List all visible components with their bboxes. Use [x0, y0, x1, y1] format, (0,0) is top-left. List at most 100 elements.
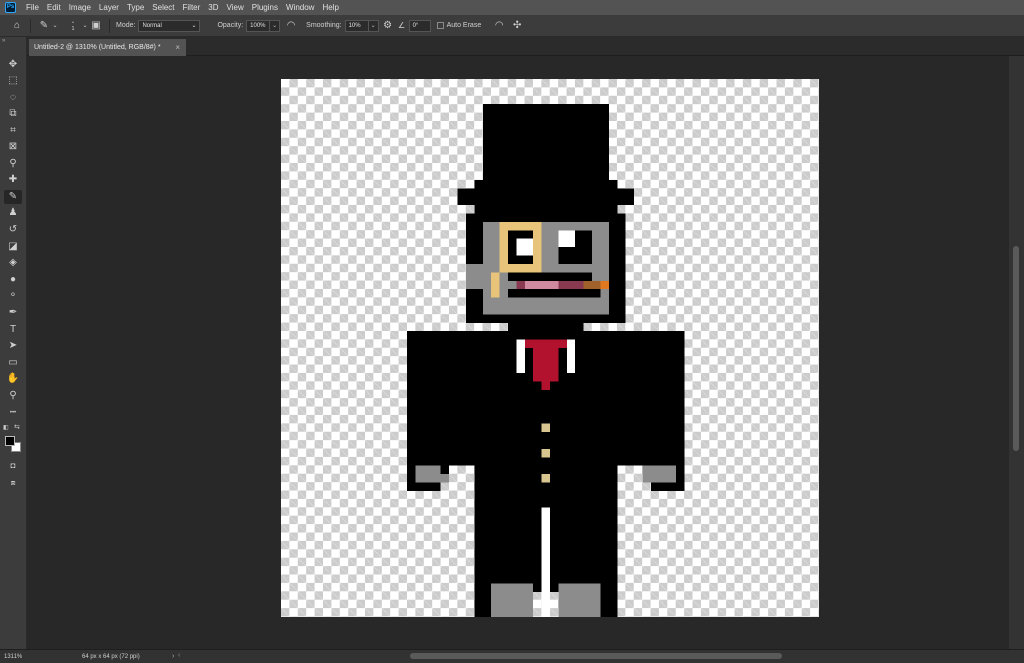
- vertical-scrollbar[interactable]: [1009, 56, 1024, 649]
- menu-layer[interactable]: Layer: [95, 0, 123, 15]
- mustache: [507, 272, 593, 281]
- move-tool-icon[interactable]: ✥: [4, 58, 22, 72]
- rectangle-tool-icon[interactable]: ▭: [4, 356, 22, 370]
- eyedropper-tool-icon[interactable]: ⚲: [4, 157, 22, 171]
- mode-select[interactable]: Normal ⌄: [138, 19, 201, 32]
- quick-mask-icon[interactable]: ◘: [4, 459, 22, 473]
- horizontal-scrollbar[interactable]: ‹: [176, 652, 1009, 660]
- options-bar: ⌂ ✎ ⌄ • 1 ⌄ ▣ Mode: Normal ⌄ Opacity: 10…: [0, 15, 1024, 37]
- collapse-panel-icon[interactable]: »: [2, 38, 5, 44]
- auto-erase-checkbox[interactable]: [436, 22, 444, 29]
- blur-tool-icon[interactable]: ●: [4, 273, 22, 287]
- home-icon[interactable]: ⌂: [10, 20, 24, 31]
- scroll-left-icon[interactable]: ‹: [178, 652, 180, 660]
- lasso-tool-icon[interactable]: ◌: [4, 91, 22, 105]
- left-arm: [407, 356, 483, 466]
- zoom-tool-icon[interactable]: ⚲: [4, 389, 22, 403]
- left-thumb: [440, 465, 450, 475]
- more-tools-icon[interactable]: •••: [4, 406, 22, 420]
- frame-tool-icon[interactable]: ⊠: [4, 140, 22, 154]
- screen-mode-icon[interactable]: ⧈: [4, 476, 22, 490]
- gear-icon[interactable]: ⚙: [381, 20, 395, 31]
- close-icon[interactable]: ×: [175, 39, 180, 56]
- menu-window[interactable]: Window: [282, 0, 318, 15]
- menu-help[interactable]: Help: [318, 0, 342, 15]
- vertical-scroll-thumb[interactable]: [1013, 246, 1019, 451]
- monocle-chain: [491, 289, 500, 298]
- left-hand-outline: [407, 465, 416, 491]
- right-hand-outline: [676, 465, 685, 491]
- smoothing-input[interactable]: 10%: [344, 19, 369, 32]
- crop-tool-icon[interactable]: ⌗: [4, 124, 22, 138]
- brush-size-value: 1: [71, 25, 75, 32]
- right-shoe-outline: [600, 591, 618, 617]
- healing-tool-icon[interactable]: ✚: [4, 173, 22, 187]
- marquee-tool-icon[interactable]: ⬚: [4, 74, 22, 88]
- menu-select[interactable]: Select: [148, 0, 178, 15]
- document-tab-bar: Untitled-2 @ 1310% (Untitled, RGB/8#) * …: [27, 37, 1024, 56]
- path-select-tool-icon[interactable]: ➤: [4, 339, 22, 353]
- menu-view[interactable]: View: [223, 0, 248, 15]
- angle-input[interactable]: 0°: [408, 19, 431, 32]
- auto-erase-label: Auto Erase: [446, 22, 482, 29]
- history-brush-tool-icon[interactable]: ↺: [4, 223, 22, 237]
- pressure-size-icon[interactable]: ◠: [492, 20, 506, 31]
- opacity-input[interactable]: 100%: [246, 19, 271, 32]
- swap-colors-icon[interactable]: ⇆: [14, 423, 20, 431]
- left-shoe: [491, 583, 534, 617]
- photoshop-logo-icon: Ps: [5, 2, 16, 13]
- stamp-tool-icon[interactable]: ♟: [4, 206, 22, 220]
- monocle-right: [533, 221, 542, 273]
- smoothing-label: Smoothing:: [306, 22, 342, 29]
- eraser-tool-icon[interactable]: ◪: [4, 240, 22, 254]
- cigar-tip: [600, 280, 609, 290]
- horizontal-scroll-thumb[interactable]: [410, 653, 782, 659]
- collar-left: [516, 339, 525, 374]
- chin-line: [507, 289, 601, 298]
- document-canvas[interactable]: [281, 79, 819, 617]
- left-eye: [516, 238, 534, 256]
- object-select-tool-icon[interactable]: ⧉: [4, 107, 22, 121]
- foreground-color-swatch[interactable]: [5, 436, 15, 446]
- chevron-down-icon[interactable]: ⌄: [51, 22, 59, 29]
- mode-label: Mode:: [116, 22, 136, 29]
- cigar: [583, 280, 601, 290]
- zoom-level[interactable]: 1311%: [4, 654, 52, 660]
- opacity-label: Opacity:: [217, 22, 244, 29]
- pressure-opacity-icon[interactable]: ◠: [284, 20, 298, 31]
- right-arm: [608, 356, 685, 466]
- brush-size-picker[interactable]: • 1: [65, 20, 81, 32]
- smoothing-value: 10%: [348, 22, 361, 29]
- chevron-down-icon[interactable]: ⌄: [81, 22, 89, 29]
- menu-file[interactable]: File: [22, 0, 43, 15]
- pencil-tool-icon[interactable]: ✎: [4, 190, 22, 204]
- pen-tool-icon[interactable]: ✒: [4, 306, 22, 320]
- smoothing-dropdown[interactable]: ⌄: [368, 19, 379, 32]
- menu-edit[interactable]: Edit: [43, 0, 65, 15]
- symmetry-icon[interactable]: ✣: [510, 20, 524, 31]
- hat-crown: [482, 104, 609, 189]
- neck: [507, 314, 584, 332]
- default-colors-icon[interactable]: ◧: [3, 424, 9, 431]
- hand-tool-icon[interactable]: ✋: [4, 372, 22, 386]
- chevron-down-icon: ⌄: [191, 22, 197, 29]
- menu-image[interactable]: Image: [65, 0, 95, 15]
- status-menu-arrow[interactable]: ›: [172, 653, 174, 660]
- menu-filter[interactable]: Filter: [179, 0, 205, 15]
- collar-right: [566, 339, 576, 374]
- right-hand: [642, 465, 677, 483]
- brush-settings-icon[interactable]: ▣: [89, 20, 103, 31]
- right-shoe: [558, 583, 601, 617]
- pencil-preset-icon[interactable]: ✎: [37, 20, 51, 31]
- menu-3d[interactable]: 3D: [204, 0, 222, 15]
- type-tool-icon[interactable]: T: [4, 323, 22, 337]
- button-2: [541, 448, 550, 458]
- tie-tip: [541, 381, 550, 391]
- dodge-tool-icon[interactable]: ⚬: [4, 289, 22, 303]
- document-tab[interactable]: Untitled-2 @ 1310% (Untitled, RGB/8#) * …: [29, 39, 186, 56]
- menu-type[interactable]: Type: [123, 0, 148, 15]
- opacity-dropdown[interactable]: ⌄: [270, 19, 281, 32]
- menu-plugins[interactable]: Plugins: [248, 0, 282, 15]
- paint-bucket-tool-icon[interactable]: ◈: [4, 256, 22, 270]
- lip: [524, 280, 559, 290]
